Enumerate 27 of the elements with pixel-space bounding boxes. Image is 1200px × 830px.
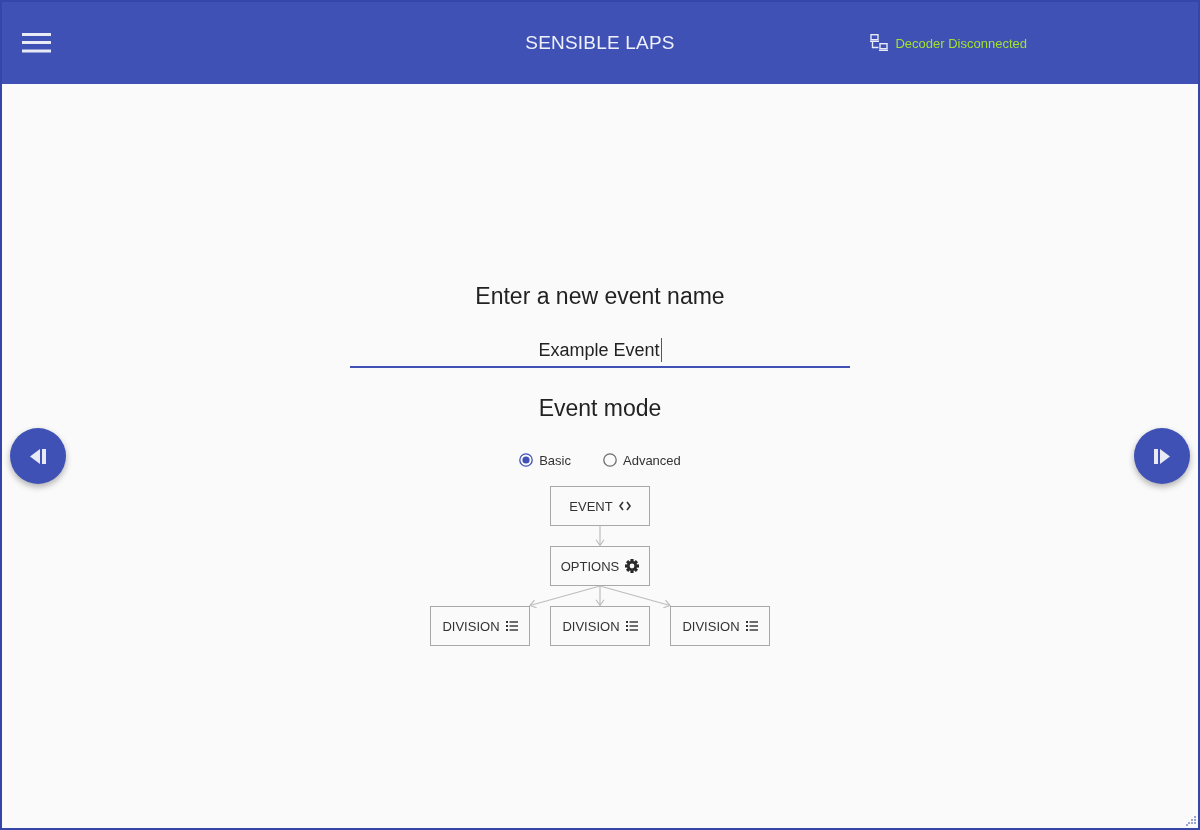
node-label: EVENT [569, 498, 613, 514]
radio-label[interactable]: Basic [539, 452, 571, 468]
node-label: DIVISION [682, 618, 740, 634]
list-icon [745, 621, 758, 631]
mode-heading: Event mode [538, 395, 662, 421]
app-title: SENSIBLE LAPS [525, 32, 675, 54]
radio-label[interactable]: Advanced [623, 452, 681, 468]
network-icon[interactable] [870, 33, 890, 53]
list-icon [625, 621, 638, 631]
gear-icon [625, 559, 640, 573]
node-label: DIVISION [442, 618, 500, 634]
node-label: DIVISION [562, 618, 620, 634]
event-name-field[interactable]: Example Event [350, 334, 850, 368]
radio-button[interactable] [603, 453, 617, 467]
list-icon [505, 621, 518, 631]
next-button[interactable] [1134, 428, 1190, 484]
node-label: OPTIONS [560, 558, 620, 574]
step-back-icon [30, 448, 46, 464]
menu-icon[interactable] [22, 33, 51, 53]
step-forward-icon [1154, 448, 1170, 464]
connector-arrow [595, 525, 605, 547]
radio-button[interactable] [519, 453, 534, 467]
resize-grip-icon [1186, 816, 1196, 826]
previous-button[interactable] [10, 428, 66, 484]
decoder-status: Decoder Disconnected [895, 35, 1027, 51]
form-heading: Enter a new event name [475, 283, 725, 309]
code-icon [618, 501, 631, 511]
